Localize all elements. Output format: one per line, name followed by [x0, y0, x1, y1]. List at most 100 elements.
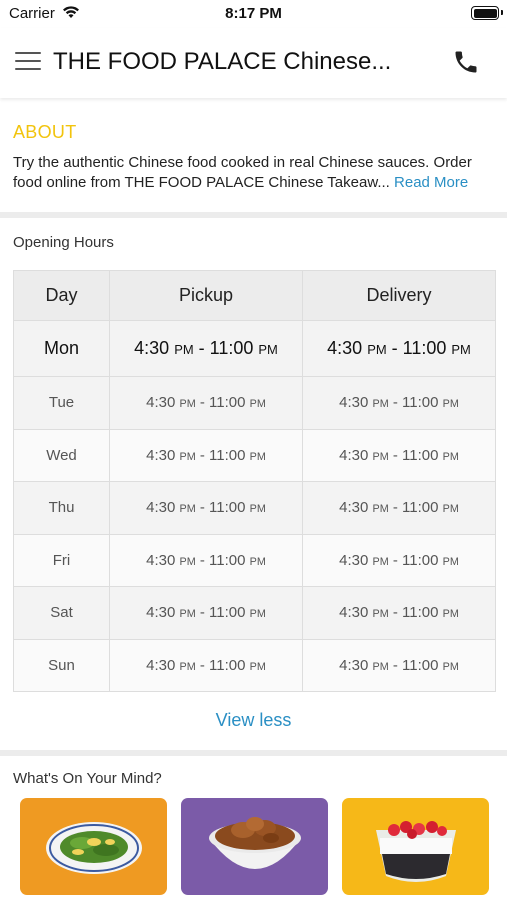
table-row: Thu 4:30 PM - 11:00 PM 4:30 PM - 11:00 PM: [13, 481, 496, 535]
time-value: 4:30: [146, 499, 176, 517]
ampm-label: PM: [372, 555, 389, 568]
day-cell: Fri: [13, 533, 110, 587]
table-row: Sun 4:30 PM - 11:00 PM 4:30 PM - 11:00 PM: [13, 638, 496, 692]
ampm-label: PM: [442, 555, 459, 568]
pickup-hours-cell: 4:30 PM - 11:00 PM: [109, 376, 303, 430]
time-value: 11:00: [209, 446, 246, 464]
ampm-label: PM: [442, 608, 459, 621]
pickup-hours-cell: 4:30 PM - 11:00 PM: [109, 638, 303, 692]
time-value: 11:00: [402, 394, 439, 412]
about-heading: ABOUT: [13, 122, 77, 142]
ampm-label: PM: [442, 503, 459, 516]
time-value: 11:00: [402, 499, 439, 517]
time-value: 4:30: [339, 499, 369, 517]
time-value: -: [388, 394, 403, 412]
day-cell: Sun: [13, 638, 110, 692]
time-value: -: [195, 604, 210, 622]
hours-table-body: Mon 4:30 PM - 11:00 PM 4:30 PM - 11:00 PM T…: [13, 320, 496, 692]
ampm-label: PM: [372, 398, 389, 411]
time-value: 11:00: [402, 446, 439, 464]
time-value: 4:30: [339, 446, 369, 464]
time-value: -: [388, 446, 403, 464]
ampm-label: PM: [174, 342, 194, 357]
ampm-label: PM: [179, 555, 196, 568]
time-value: 4:30: [146, 394, 176, 412]
ampm-label: PM: [179, 608, 196, 621]
delivery-hours-cell: 4:30 PM - 11:00 PM: [302, 638, 496, 692]
header-day: Day: [13, 270, 110, 321]
time-value: -: [195, 446, 210, 464]
time-value: 11:00: [209, 656, 246, 674]
hamburger-menu-icon[interactable]: [15, 52, 41, 72]
time-value: 4:30: [339, 394, 369, 412]
table-row: Tue 4:30 PM - 11:00 PM 4:30 PM - 11:00 PM: [13, 376, 496, 430]
time-value: 11:00: [209, 551, 246, 569]
time-value: 4:30: [339, 604, 369, 622]
read-more-link[interactable]: Read More: [394, 174, 468, 191]
ampm-label: PM: [258, 342, 278, 357]
ampm-label: PM: [249, 450, 266, 463]
ampm-label: PM: [372, 660, 389, 673]
time-value: 4:30: [339, 656, 369, 674]
day-cell: Thu: [13, 481, 110, 535]
time-value: -: [195, 656, 210, 674]
ampm-label: PM: [249, 503, 266, 516]
whats-on-your-mind-heading: What's On Your Mind?: [13, 770, 162, 787]
ampm-label: PM: [442, 398, 459, 411]
ampm-label: PM: [367, 342, 387, 357]
time-value: -: [388, 499, 403, 517]
ampm-label: PM: [372, 608, 389, 621]
time-value: 11:00: [402, 656, 439, 674]
ampm-label: PM: [179, 503, 196, 516]
time-value: 11:00: [209, 604, 246, 622]
dessert-bowl-icon: [376, 821, 456, 882]
time-value: 11:00: [402, 604, 439, 622]
delivery-hours-cell: 4:30 PM - 11:00 PM: [302, 320, 496, 377]
view-less-link[interactable]: View less: [0, 710, 507, 731]
ampm-label: PM: [179, 450, 196, 463]
delivery-hours-cell: 4:30 PM - 11:00 PM: [302, 428, 496, 482]
time-value: 4:30: [146, 656, 176, 674]
time-value: 11:00: [209, 499, 246, 517]
time-value: -: [388, 604, 403, 622]
ampm-label: PM: [249, 398, 266, 411]
ampm-label: PM: [179, 398, 196, 411]
ampm-label: PM: [249, 555, 266, 568]
app-header: THE FOOD PALACE Chinese...: [0, 28, 507, 98]
time-value: 4:30: [146, 604, 176, 622]
time-value: 11:00: [402, 551, 439, 569]
day-cell: Tue: [13, 376, 110, 430]
status-time: 8:17 PM: [225, 5, 282, 22]
food-category-card[interactable]: [20, 798, 167, 895]
food-category-card[interactable]: [181, 798, 328, 895]
opening-hours-heading: Opening Hours: [13, 234, 114, 251]
header-delivery: Delivery: [302, 270, 496, 321]
day-cell: Sat: [13, 586, 110, 640]
delivery-hours-cell: 4:30 PM - 11:00 PM: [302, 481, 496, 535]
time-value: 11:00: [209, 394, 246, 412]
time-value: -: [388, 551, 403, 569]
time-value: -: [193, 338, 210, 358]
table-row: Mon 4:30 PM - 11:00 PM 4:30 PM - 11:00 PM: [13, 320, 496, 377]
ampm-label: PM: [179, 660, 196, 673]
pickup-hours-cell: 4:30 PM - 11:00 PM: [109, 586, 303, 640]
curry-bowl-icon: [209, 817, 301, 869]
table-row: Sat 4:30 PM - 11:00 PM 4:30 PM - 11:00 PM: [13, 586, 496, 640]
ampm-label: PM: [249, 660, 266, 673]
stir-fry-plate-icon: [46, 822, 142, 874]
battery-tip: [501, 10, 503, 15]
table-row: Fri 4:30 PM - 11:00 PM 4:30 PM - 11:00 PM: [13, 533, 496, 587]
delivery-hours-cell: 4:30 PM - 11:00 PM: [302, 376, 496, 430]
table-row: Wed 4:30 PM - 11:00 PM 4:30 PM - 11:00 PM: [13, 428, 496, 482]
day-cell: Wed: [13, 428, 110, 482]
time-value: 11:00: [402, 338, 447, 358]
table-header-row: Day Pickup Delivery: [13, 270, 496, 321]
time-value: 4:30: [327, 338, 363, 358]
time-value: -: [195, 499, 210, 517]
food-category-card[interactable]: [342, 798, 489, 895]
phone-icon[interactable]: [452, 48, 480, 76]
delivery-hours-cell: 4:30 PM - 11:00 PM: [302, 586, 496, 640]
page-title: THE FOOD PALACE Chinese...: [53, 48, 392, 75]
ampm-label: PM: [372, 450, 389, 463]
status-bar: Carrier 8:17 PM: [0, 0, 507, 28]
